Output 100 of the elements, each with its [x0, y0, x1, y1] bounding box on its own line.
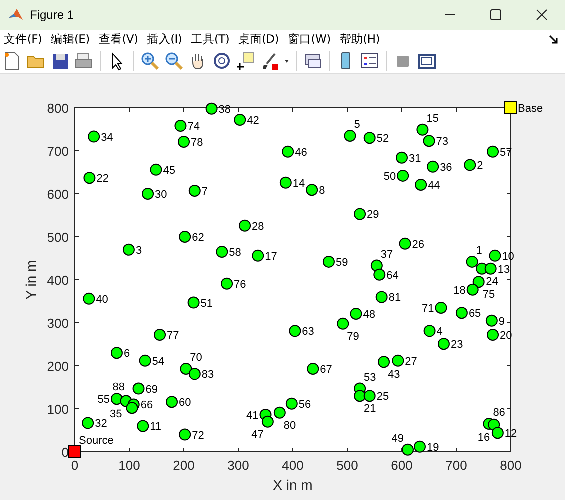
point-label: 23: [450, 339, 464, 352]
point-label: 67: [320, 364, 332, 376]
brush-icon[interactable]: [260, 51, 280, 72]
point-label: 55: [98, 394, 110, 406]
point-label: 77: [167, 330, 180, 342]
point-label: 59: [336, 256, 348, 269]
point-label: 28: [252, 220, 264, 233]
point-label: 49: [392, 432, 404, 445]
y-tick-label: 300: [47, 316, 69, 331]
point-label: 26: [412, 238, 425, 251]
point-label: 19: [426, 442, 440, 454]
point-label: 72: [192, 430, 204, 442]
menu-item[interactable]: 查看(V): [98, 32, 138, 48]
point-label: 44: [428, 180, 440, 192]
x-tick-label: 700: [446, 458, 468, 473]
y-tick-label: 0: [62, 445, 69, 460]
window-frame-icon[interactable]: [417, 51, 437, 72]
point-label: 75: [482, 289, 496, 302]
point-label: 2: [477, 160, 484, 172]
point-label: 74: [188, 121, 200, 134]
data-cursor-icon[interactable]: [236, 51, 256, 72]
menu-item[interactable]: 插入(I): [147, 32, 182, 48]
point-label: 17: [265, 250, 278, 263]
dock-arrow-icon[interactable]: [549, 34, 559, 45]
point-label: 37: [380, 248, 394, 261]
point-label: 7: [202, 186, 208, 198]
point-label: 70: [190, 352, 202, 364]
point-label: 29: [367, 209, 380, 222]
point-label: 18: [454, 284, 466, 297]
y-tick-label: 600: [47, 187, 69, 202]
point-label: 6: [124, 348, 130, 360]
point-label: 50: [384, 170, 396, 183]
point-label: 65: [468, 308, 482, 320]
point-label: 71: [422, 302, 434, 315]
point-label: 64: [386, 270, 399, 282]
point-label: 62: [192, 232, 204, 244]
point-label: 51: [200, 298, 214, 310]
printer-icon[interactable]: [74, 51, 94, 72]
point-label: 25: [376, 391, 390, 404]
point-label: 63: [302, 326, 314, 338]
y-tick-label: 700: [47, 144, 69, 159]
point-label: 46: [295, 146, 308, 159]
x-tick-label: 100: [118, 458, 140, 473]
window-title: Figure 1: [30, 8, 74, 22]
point-label: 14: [292, 178, 306, 190]
menu-item[interactable]: 帮助(H): [340, 32, 380, 48]
point-label: 48: [363, 308, 376, 321]
y-tick-label: 800: [47, 101, 69, 116]
x-axis-label: X in m: [273, 477, 313, 493]
x-tick-label: 200: [173, 458, 195, 473]
point-label: 78: [191, 136, 204, 149]
point-label: 21: [364, 403, 376, 416]
menu-item[interactable]: 窗口(W): [288, 32, 331, 48]
menu-item[interactable]: 工具(T): [191, 32, 230, 48]
point-label: 30: [155, 189, 168, 201]
point-label: 54: [152, 356, 165, 368]
point-label: 34: [101, 132, 114, 144]
zoom-in-icon[interactable]: [140, 51, 160, 72]
point-label: Source: [79, 435, 114, 447]
menu-item[interactable]: 桌面(D): [238, 32, 279, 48]
point-label: 31: [409, 152, 422, 165]
x-tick-label: 800: [500, 458, 522, 473]
point-label: 86: [493, 407, 506, 420]
point-label: 41: [246, 410, 259, 422]
point-label: 43: [388, 369, 400, 382]
point-label: 3: [136, 244, 142, 257]
menu-item[interactable]: 编辑(E): [51, 32, 90, 48]
point-label: 56: [298, 398, 312, 411]
x-tick-label: 0: [71, 458, 79, 473]
y-tick-label: 200: [47, 359, 69, 374]
y-tick-label: 100: [47, 402, 69, 417]
legend-icon[interactable]: [360, 51, 380, 72]
y-axis-label: Y in m: [23, 260, 39, 300]
point-label: 52: [376, 133, 390, 146]
point-label: 47: [252, 428, 264, 441]
point-label: 45: [163, 164, 176, 177]
point-label: 24: [486, 276, 498, 288]
point-label: 35: [110, 408, 122, 420]
point-label: 8: [319, 185, 326, 198]
y-tick-label: 400: [47, 273, 69, 288]
zoom-out-icon[interactable]: [164, 51, 184, 72]
point-label: 11: [150, 421, 162, 434]
point-label: 80: [284, 420, 296, 432]
menu-item[interactable]: 文件(F): [4, 32, 42, 48]
point-label: 76: [234, 278, 246, 291]
point-label: 73: [436, 136, 448, 148]
point-label: 69: [146, 384, 158, 396]
point-label: 58: [229, 247, 242, 260]
x-tick-label: 600: [391, 458, 413, 473]
point-label: 53: [364, 372, 376, 384]
point-label: 13: [498, 264, 510, 276]
x-tick-label: 300: [228, 458, 250, 473]
point-label: 15: [426, 112, 439, 125]
rotate-icon[interactable]: [212, 51, 232, 72]
point-label: 40: [96, 294, 108, 306]
y-tick-label: 500: [47, 230, 69, 245]
point-label: 4: [436, 326, 443, 338]
new-file-icon[interactable]: [2, 51, 22, 72]
point-label: Base: [518, 103, 544, 115]
point-label: 32: [95, 418, 108, 430]
